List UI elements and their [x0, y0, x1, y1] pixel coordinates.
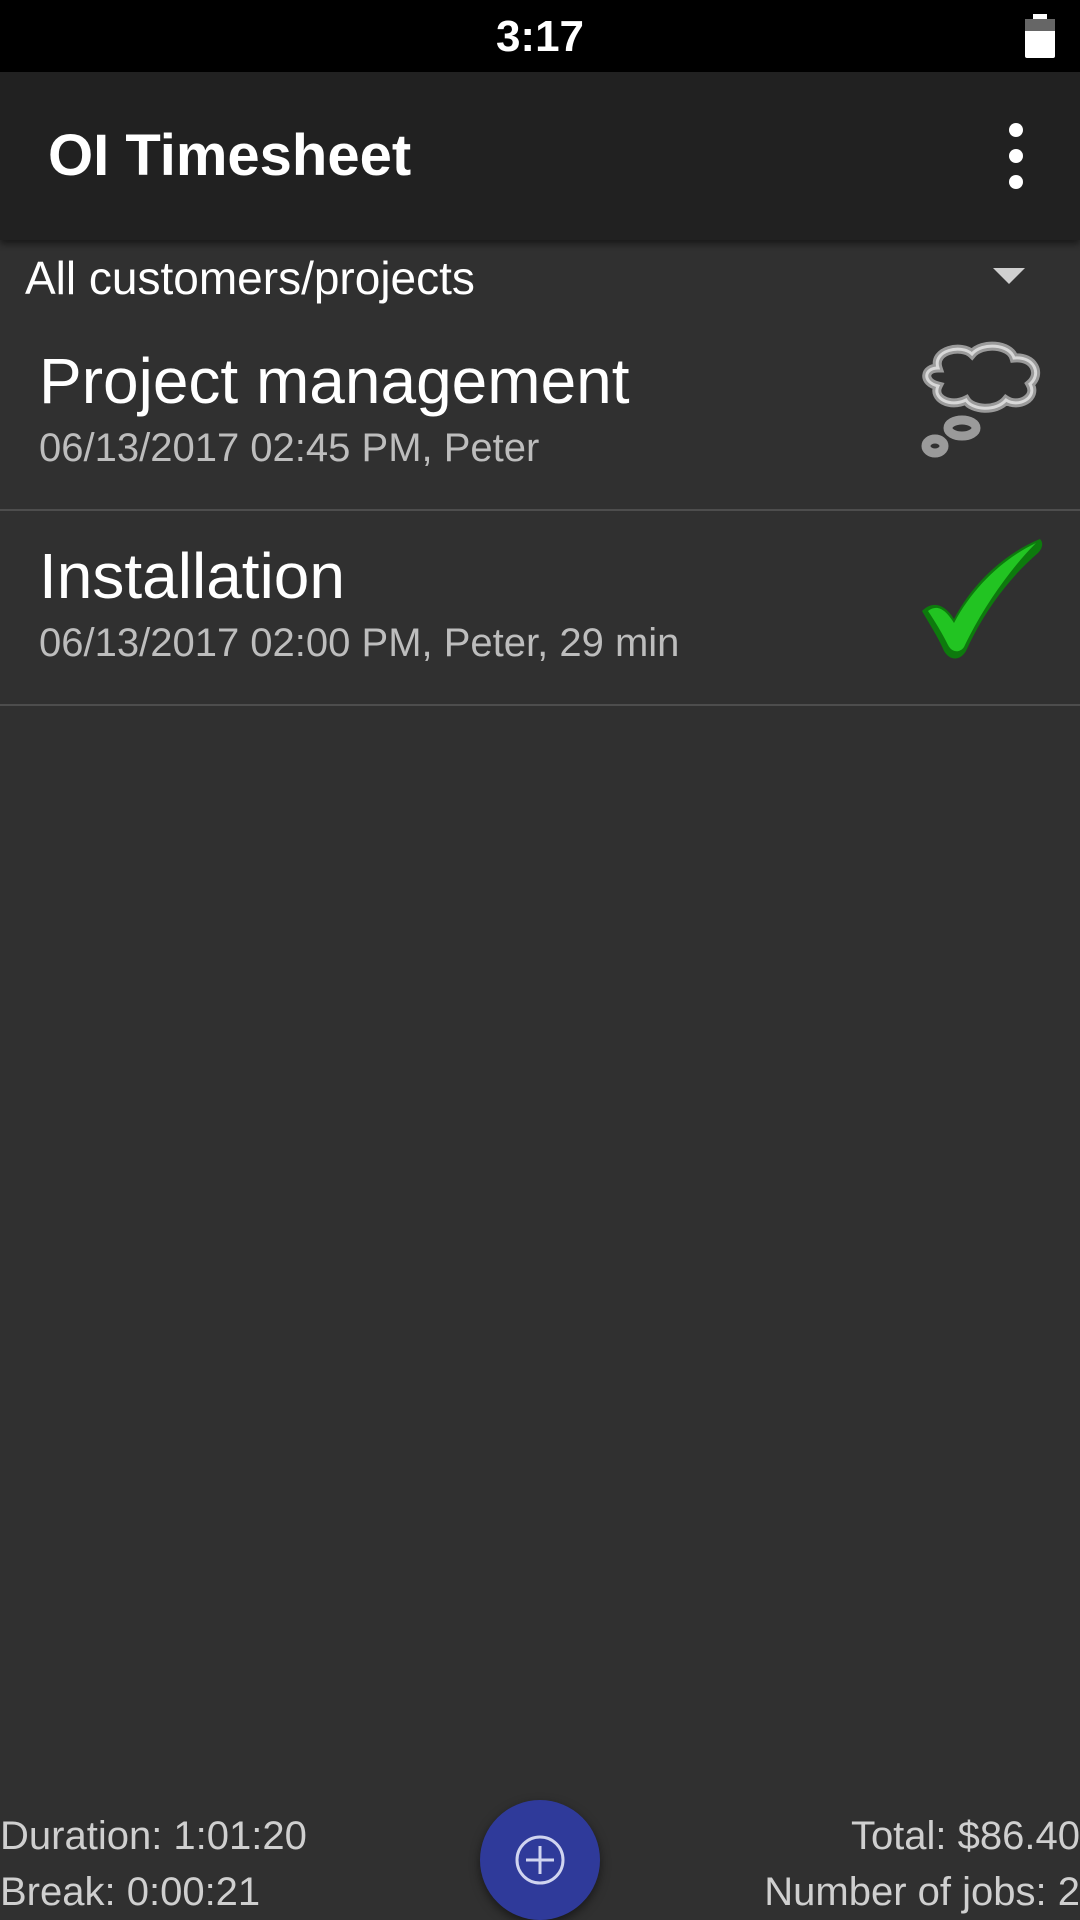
job-list-item[interactable]: Installation 06/13/2017 02:00 PM, Peter,…	[0, 511, 1080, 706]
total-text: Total: $86.40	[850, 1814, 1080, 1858]
job-list: Project management 06/13/2017 02:45 PM, …	[0, 316, 1080, 706]
footer-stats-right: Total: $86.40 Number of jobs: 2	[764, 1808, 1080, 1920]
job-subtitle: 06/13/2017 02:45 PM, Peter	[39, 426, 540, 470]
duration-text: Duration: 1:01:20	[0, 1814, 307, 1858]
app-title: OI Timesheet	[48, 123, 412, 188]
job-subtitle: 06/13/2017 02:00 PM, Peter, 29 min	[39, 621, 680, 665]
job-title: Project management	[39, 345, 630, 417]
checkmark-icon	[922, 539, 1043, 659]
customer-project-filter[interactable]: All customers/projects	[0, 240, 1080, 316]
add-job-button[interactable]	[480, 1800, 600, 1920]
thought-bubble-icon	[921, 341, 1040, 458]
app-bar: OI Timesheet	[0, 72, 1080, 240]
overflow-menu-icon	[1009, 123, 1023, 189]
add-circle-icon	[515, 1835, 565, 1885]
break-text: Break: 0:00:21	[0, 1870, 261, 1914]
job-count-text: Number of jobs: 2	[764, 1870, 1080, 1914]
job-title: Installation	[39, 540, 345, 612]
dropdown-arrow-icon	[993, 268, 1025, 284]
job-list-item[interactable]: Project management 06/13/2017 02:45 PM, …	[0, 316, 1080, 511]
app-screen: 3:17 OI Timesheet All customers/projects…	[0, 0, 1080, 1920]
status-bar: 3:17	[0, 0, 1080, 72]
overflow-menu-button[interactable]	[976, 108, 1056, 204]
footer-stats-left: Duration: 1:01:20 Break: 0:00:21	[0, 1808, 307, 1920]
status-time: 3:17	[495, 12, 585, 61]
battery-icon	[1025, 14, 1055, 58]
filter-selected-value: All customers/projects	[25, 252, 475, 304]
